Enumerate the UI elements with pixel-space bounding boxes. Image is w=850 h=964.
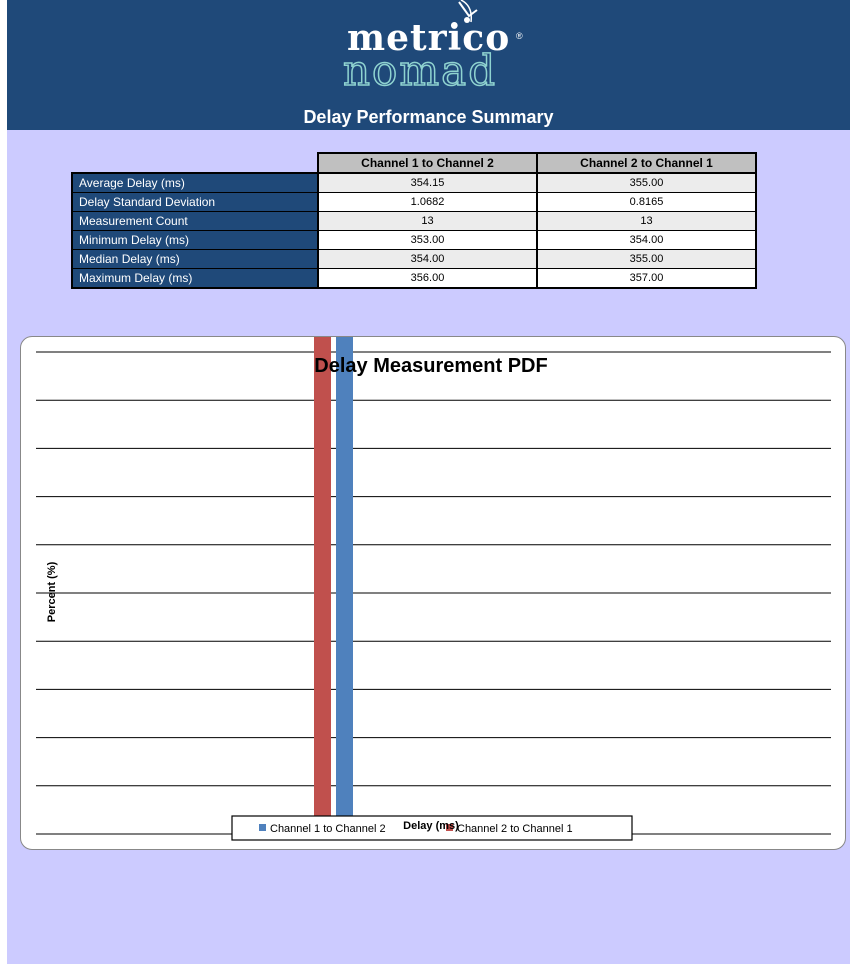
table-row: Maximum Delay (ms) 356.00 357.00 (71, 268, 757, 289)
table-cell: 1.0682 (317, 192, 538, 212)
bar-channel-1-to-channel-2 (336, 337, 353, 833)
table-cell: 353.00 (317, 230, 538, 250)
metrico-nomad-logo: metrico ® nomad (7, 0, 850, 110)
table-cell: 357.00 (536, 268, 757, 289)
table-row: Measurement Count 13 13 (71, 211, 757, 231)
page-title: Delay Performance Summary (303, 107, 554, 127)
delay-stats-table: Channel 1 to Channel 2 Channel 2 to Chan… (71, 152, 757, 289)
row-label: Minimum Delay (ms) (71, 230, 319, 250)
logo-text-nomad: nomad (342, 45, 498, 96)
legend-label-ch1-ch2: Channel 1 to Channel 2 (270, 823, 386, 835)
table-row: Minimum Delay (ms) 353.00 354.00 (71, 230, 757, 250)
page-background: metrico ® nomad Delay Performance Summar… (7, 0, 850, 964)
legend-label-ch2-ch1: Channel 2 to Channel 1 (457, 823, 573, 835)
table-row: Delay Standard Deviation 1.0682 0.8165 (71, 192, 757, 212)
registered-mark: ® (516, 31, 523, 41)
row-label: Measurement Count (71, 211, 319, 231)
table-cell: 354.15 (317, 172, 538, 193)
delay-pdf-chart: Delay Measurement PDF Percent (%) Channe… (36, 337, 831, 841)
table-row: Average Delay (ms) 354.15 355.00 (71, 172, 757, 193)
x-axis-label: Delay (ms) (403, 820, 459, 832)
legend-swatch-ch1-ch2 (259, 824, 266, 831)
table-cell: 354.00 (317, 249, 538, 269)
table-cell: 354.00 (536, 230, 757, 250)
chart-container: Delay Measurement PDF Percent (%) Channe… (20, 336, 846, 850)
table-cell: 0.8165 (536, 192, 757, 212)
y-axis-label: Percent (%) (46, 561, 58, 622)
table-cell: 13 (536, 211, 757, 231)
bar-channel-2-to-channel-1 (314, 337, 331, 833)
chart-title: Delay Measurement PDF (314, 355, 547, 377)
table-row: Median Delay (ms) 354.00 355.00 (71, 249, 757, 269)
column-header-ch2-ch1: Channel 2 to Channel 1 (536, 152, 757, 174)
table-cell: 356.00 (317, 268, 538, 289)
table-cell: 355.00 (536, 172, 757, 193)
row-label: Average Delay (ms) (71, 172, 319, 193)
row-label: Delay Standard Deviation (71, 192, 319, 212)
column-header-ch1-ch2: Channel 1 to Channel 2 (317, 152, 538, 174)
table-cell: 355.00 (536, 249, 757, 269)
table-cell: 13 (317, 211, 538, 231)
bars (314, 337, 353, 833)
table-corner (72, 153, 318, 174)
header-banner: metrico ® nomad Delay Performance Summar… (7, 0, 850, 130)
row-label: Median Delay (ms) (71, 249, 319, 269)
row-label: Maximum Delay (ms) (71, 268, 319, 289)
gridlines (36, 351, 831, 835)
